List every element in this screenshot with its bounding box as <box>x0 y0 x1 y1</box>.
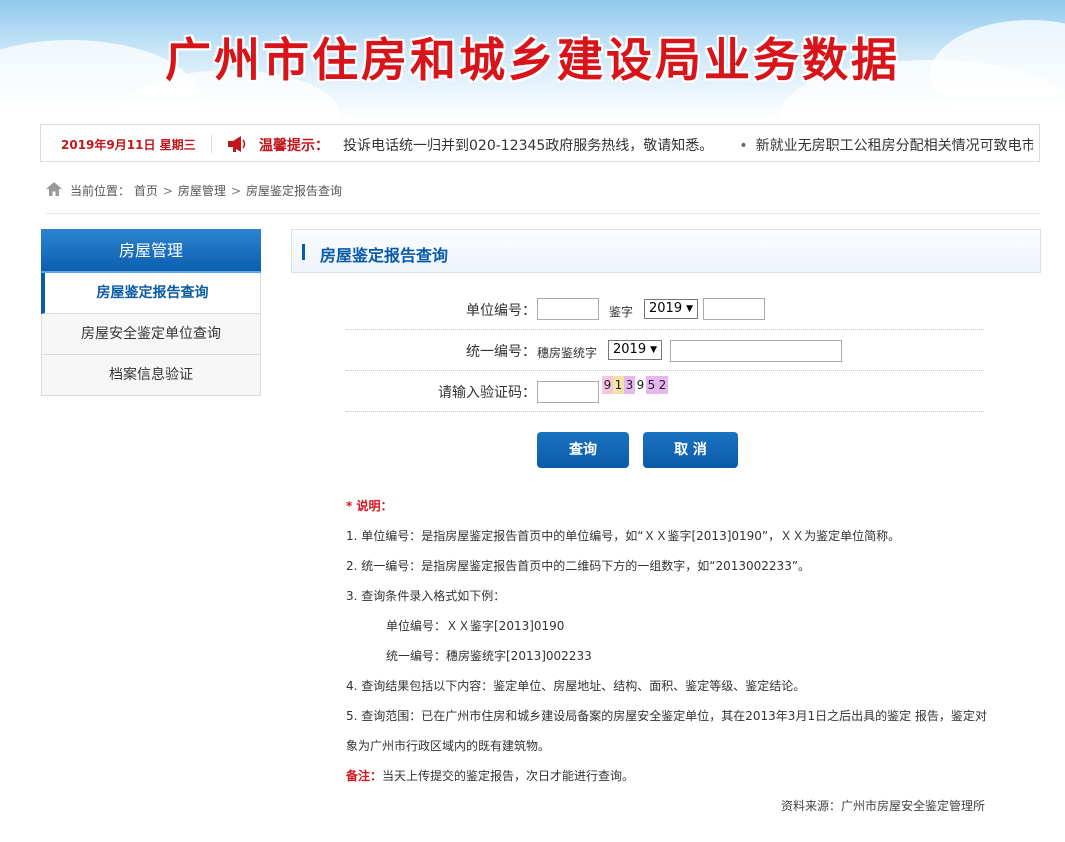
breadcrumb-current: 房屋鉴定报告查询 <box>246 184 343 198</box>
home-icon <box>46 182 62 196</box>
unit-number-label: 单位编号： <box>466 303 536 319</box>
captcha-image[interactable]: 9 1 3 9 5 2 <box>602 376 668 394</box>
form-row-captcha: 请输入验证码： 9 1 3 9 5 2 <box>346 371 984 412</box>
unit-year-value: 2019 <box>649 301 683 316</box>
notice-bar: 2019年9月11日 星期三 温馨提示： 投诉电话统一归并到020-12345政… <box>40 124 1040 162</box>
form-row-unit: 单位编号： 鉴字 2019 ▼ <box>346 289 984 330</box>
captcha-input[interactable] <box>537 381 599 403</box>
chevron-down-icon: ▼ <box>650 345 657 355</box>
captcha-label: 请输入验证码： <box>438 385 536 401</box>
captcha-char: 2 <box>657 376 668 394</box>
unified-number-label: 统一编号： <box>466 344 536 360</box>
remark-text: 当天上传提交的鉴定报告，次日才能进行查询。 <box>382 769 635 783</box>
sidebar: 房屋管理 房屋鉴定报告查询 房屋安全鉴定单位查询 档案信息验证 <box>41 229 261 396</box>
chevron-down-icon: ▼ <box>686 304 693 314</box>
sidebar-item-archive-verify[interactable]: 档案信息验证 <box>41 355 261 396</box>
captcha-char: 9 <box>602 376 613 394</box>
instructions: * 说明： 1. 单位编号：是指房屋鉴定报告首页中的单位编号，如“ＸＸ鉴字[20… <box>346 496 996 796</box>
jianzi-label: 鉴字 <box>609 305 634 319</box>
breadcrumb-home[interactable]: 首页 <box>134 184 158 198</box>
unified-number-input[interactable] <box>670 340 842 362</box>
site-title: 广州市住房和城乡建设局业务数据 <box>165 33 900 87</box>
form-row-unified: 统一编号： 穗房鉴统字 2019 ▼ <box>346 330 984 371</box>
note-line: 4. 查询结果包括以下内容：鉴定单位、房屋地址、结构、面积、鉴定等级、鉴定结论。 <box>346 679 806 693</box>
breadcrumb-separator: > <box>162 184 173 198</box>
breadcrumb-prefix: 当前位置： <box>70 184 131 198</box>
sidebar-title: 房屋管理 <box>41 229 261 273</box>
notice-label: 温馨提示： <box>259 138 329 154</box>
query-button[interactable]: 查询 <box>537 432 629 468</box>
captcha-char: 5 <box>646 376 657 394</box>
unit-serial-input[interactable] <box>703 298 765 320</box>
remark-label: 备注： <box>346 769 383 783</box>
unit-year-select[interactable]: 2019 ▼ <box>644 299 698 319</box>
note-example: 统一编号：穗房鉴统字[2013]002233 <box>386 649 592 663</box>
panel-header: 房屋鉴定报告查询 <box>291 229 1041 273</box>
captcha-char: 9 <box>635 376 646 394</box>
note-remark: 备注：当天上传提交的鉴定报告，次日才能进行查询。 <box>346 766 996 796</box>
bullet-icon: • <box>739 138 748 153</box>
sidebar-item-unit-query[interactable]: 房屋安全鉴定单位查询 <box>41 314 261 355</box>
breadcrumb: 当前位置： 首页 > 房屋管理 > 房屋鉴定报告查询 <box>46 180 1040 214</box>
cancel-button[interactable]: 取 消 <box>643 432 738 468</box>
header-banner: 广州市住房和城乡建设局业务数据 <box>0 0 1065 120</box>
notes-heading: * 说明： <box>346 499 393 513</box>
note-line: 5. 查询范围：已在广州市住房和城乡建设局备案的房屋安全鉴定单位，其在2013年… <box>346 709 987 723</box>
unified-year-select[interactable]: 2019 ▼ <box>608 340 662 360</box>
unified-year-value: 2019 <box>613 342 647 357</box>
notice-message[interactable]: 投诉电话统一归并到020-12345政府服务热线，敬请知悉。 <box>343 138 713 153</box>
breadcrumb-separator: > <box>230 184 241 198</box>
note-line: 2. 统一编号：是指房屋鉴定报告首页中的二维码下方的一组数字，如“2013002… <box>346 559 811 573</box>
data-source: 资料来源：广州市房屋安全鉴定管理所 <box>780 799 985 813</box>
note-line: 1. 单位编号：是指房屋鉴定报告首页中的单位编号，如“ＸＸ鉴字[2013]019… <box>346 529 901 543</box>
divider <box>211 135 212 153</box>
sidebar-item-report-query[interactable]: 房屋鉴定报告查询 <box>41 273 261 314</box>
panel-accent-bar <box>302 244 305 260</box>
panel-title: 房屋鉴定报告查询 <box>320 246 449 265</box>
unit-code-input[interactable] <box>537 298 599 320</box>
current-date: 2019年9月11日 星期三 <box>61 138 196 152</box>
captcha-char: 3 <box>624 376 635 394</box>
notice-message[interactable]: 新就业无房职工公租房分配相关情况可致电市 <box>756 138 1033 153</box>
note-example: 单位编号：ＸＸ鉴字[2013]0190 <box>386 619 565 633</box>
note-line: 象为广州市行政区域内的既有建筑物。 <box>346 739 551 753</box>
horn-icon <box>228 136 246 152</box>
breadcrumb-house-management[interactable]: 房屋管理 <box>178 184 226 198</box>
note-line: 3. 查询条件录入格式如下例： <box>346 589 506 603</box>
unified-prefix-label: 穗房鉴统字 <box>537 346 598 360</box>
notice-ticker[interactable]: 投诉电话统一归并到020-12345政府服务热线，敬请知悉。 • 新就业无房职工公租… <box>343 135 1033 153</box>
captcha-char: 1 <box>613 376 624 394</box>
